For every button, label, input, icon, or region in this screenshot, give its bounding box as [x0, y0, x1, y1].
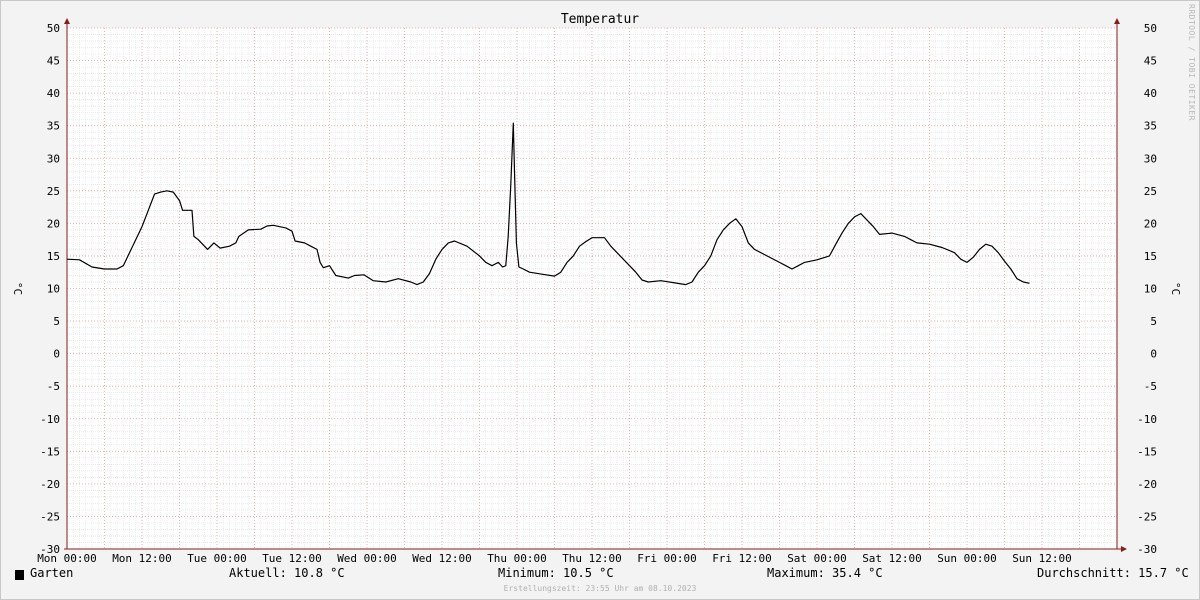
y-tick-label-left: 50: [47, 22, 60, 35]
y-tick-label-left: 10: [47, 283, 60, 296]
x-tick-label: Sat 12:00: [862, 552, 922, 565]
temperature-chart: 50 5045 4540 4035 3530 3025 2520 2015 1510 105 50 0…: [11, 12, 1182, 565]
chart-title: Temperatur: [561, 12, 639, 27]
legend-minimum: Minimum: 10.5 °C: [498, 566, 614, 580]
creation-time: Erstellungszeit: 23:55 Uhr am 08.10.2023: [503, 584, 697, 593]
x-tick-label: Thu 00:00: [487, 552, 547, 565]
y-axis-arrow-left: [64, 18, 70, 24]
x-axis-arrow: [1121, 546, 1127, 552]
y-tick-label-right: 10: [1144, 283, 1157, 296]
y-tick-label-right: 5: [1150, 315, 1157, 328]
y-tick-label-right: 20: [1144, 217, 1157, 230]
y-tick-label-right: -25: [1137, 510, 1157, 523]
legend-row: Garten Aktuell: 10.8 °C Minimum: 10.5 °C…: [0, 566, 1200, 584]
y-tick-label-right: 45: [1144, 55, 1157, 68]
y-axis-label-left: °C: [11, 282, 24, 295]
y-tick-label-left: 0: [53, 348, 60, 361]
x-tick-label: Wed 12:00: [412, 552, 472, 565]
y-tick-label-left: -25: [40, 510, 60, 523]
y-tick-label-right: -30: [1137, 543, 1157, 556]
x-tick-label: Wed 00:00: [337, 552, 397, 565]
y-tick-label-left: -20: [40, 478, 60, 491]
y-tick-label-left: 20: [47, 217, 60, 230]
y-tick-label-left: 40: [47, 87, 60, 100]
y-tick-label-right: 15: [1144, 250, 1157, 263]
y-tick-label-left: 5: [53, 315, 60, 328]
y-tick-label-left: 30: [47, 152, 60, 165]
y-tick-label-right: -5: [1144, 380, 1157, 393]
y-tick-label-right: 0: [1150, 348, 1157, 361]
y-tick-label-left: 15: [47, 250, 60, 263]
y-tick-label-right: -10: [1137, 413, 1157, 426]
x-tick-label: Thu 12:00: [562, 552, 622, 565]
x-tick-label: Sat 00:00: [787, 552, 847, 565]
legend-average: Durchschnitt: 15.7 °C: [1037, 566, 1189, 580]
y-tick-label-right: -20: [1137, 478, 1157, 491]
x-tick-label: Mon 00:00: [37, 552, 97, 565]
y-axis-label-right: °C: [1169, 282, 1182, 295]
y-tick-label-right: -15: [1137, 445, 1157, 458]
x-tick-label: Fri 00:00: [637, 552, 697, 565]
y-tick-label-left: 45: [47, 55, 60, 68]
y-tick-label-left: 25: [47, 185, 60, 198]
y-tick-label-right: 50: [1144, 22, 1157, 35]
y-axis-arrow-right: [1114, 18, 1120, 24]
y-tick-label-left: -5: [47, 380, 60, 393]
y-tick-label-left: -10: [40, 413, 60, 426]
x-tick-label: Sun 12:00: [1012, 552, 1072, 565]
x-tick-label: Mon 12:00: [112, 552, 172, 565]
y-tick-label-right: 30: [1144, 152, 1157, 165]
y-tick-label-right: 40: [1144, 87, 1157, 100]
legend-series-name: Garten: [30, 566, 74, 580]
y-tick-label-left: -15: [40, 445, 60, 458]
x-tick-label: Tue 12:00: [262, 552, 322, 565]
y-tick-label-left: 35: [47, 120, 60, 133]
legend-maximum: Maximum: 35.4 °C: [767, 566, 883, 580]
rrdtool-watermark: RRDTOOL / TOBI OETIKER: [1187, 4, 1196, 121]
x-tick-label: Tue 00:00: [187, 552, 247, 565]
y-tick-label-right: 35: [1144, 120, 1157, 133]
x-tick-label: Fri 12:00: [712, 552, 772, 565]
x-tick-label: Sun 00:00: [937, 552, 997, 565]
legend-current: Aktuell: 10.8 °C: [229, 566, 345, 580]
y-tick-label-right: 25: [1144, 185, 1157, 198]
